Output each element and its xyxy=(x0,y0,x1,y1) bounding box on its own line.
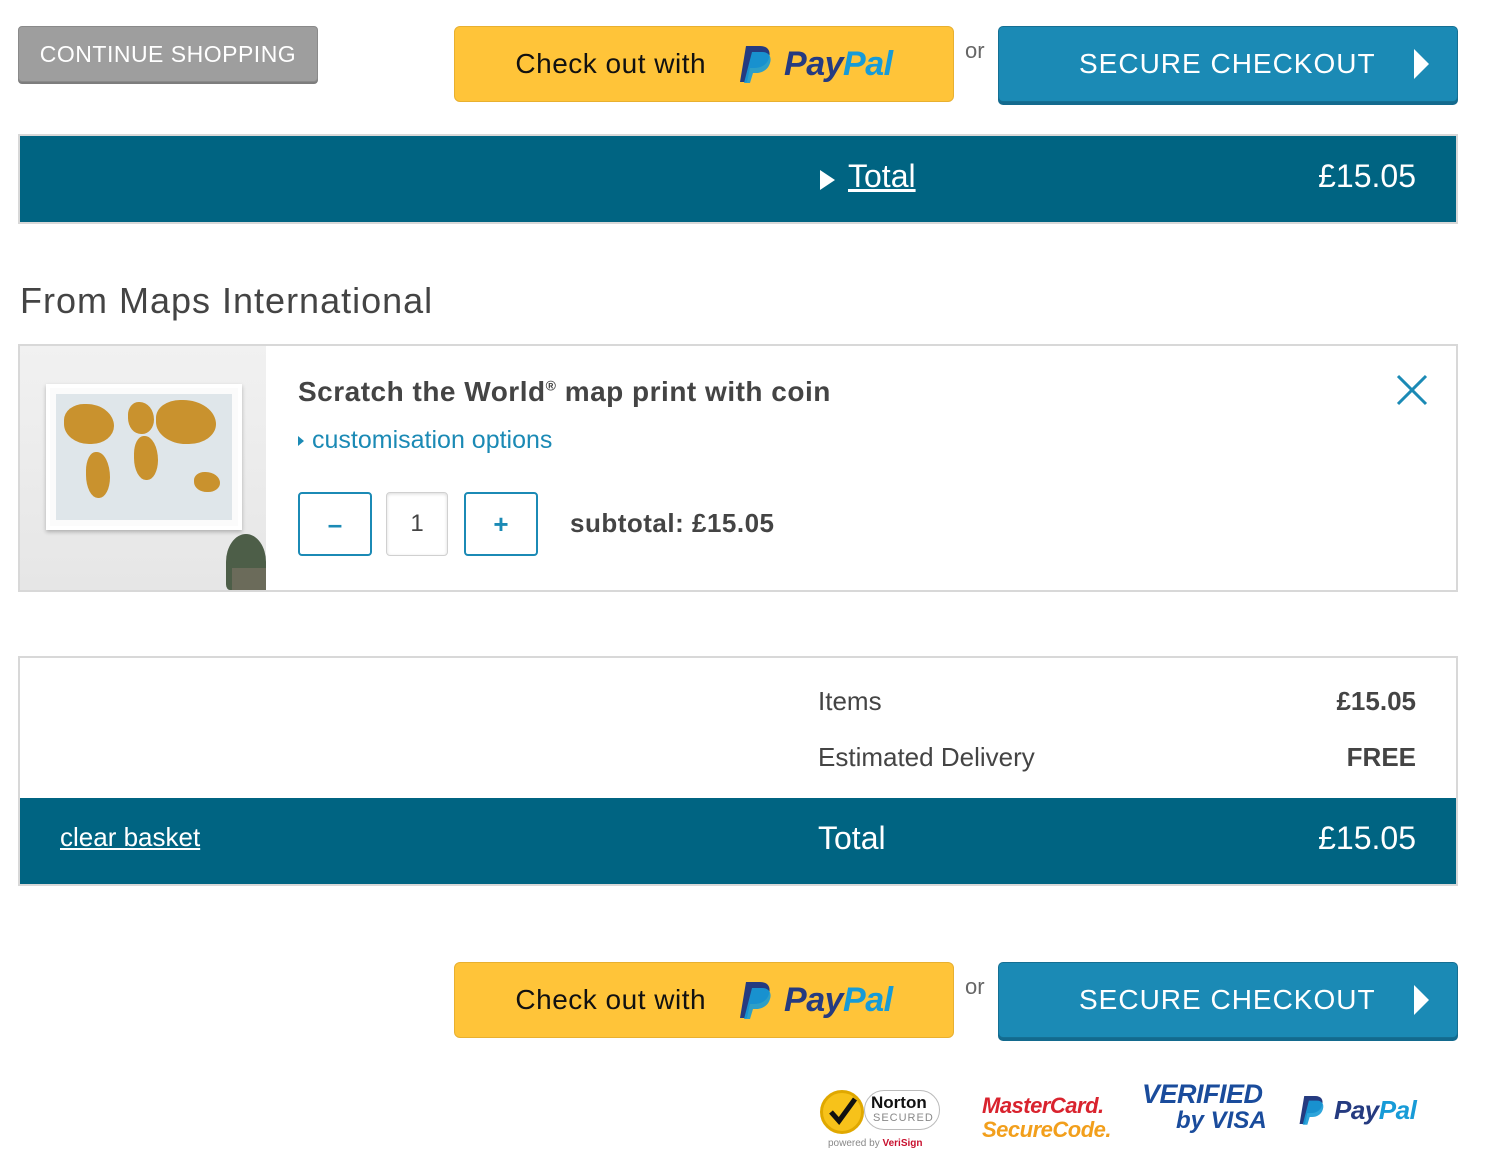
total-toggle-link[interactable]: Total xyxy=(848,158,916,195)
paypal-logo: PayPal xyxy=(738,980,893,1020)
total-summary-bar: Total £15.05 xyxy=(18,134,1458,224)
paypal-checkout-button-bottom[interactable]: Check out with PayPal xyxy=(454,962,954,1038)
merchant-heading: From Maps International xyxy=(20,280,434,321)
caret-right-icon xyxy=(298,435,304,446)
paypal-checkout-button-top[interactable]: Check out with PayPal xyxy=(454,26,954,102)
continue-shopping-button[interactable]: CONTINUE SHOPPING xyxy=(18,26,318,82)
mastercard-securecode-badge: MasterCard. SecureCode. xyxy=(982,1093,1112,1142)
clear-basket-link[interactable]: clear basket xyxy=(60,822,200,853)
paypal-logo: PayPal xyxy=(738,44,893,84)
order-summary: Items £15.05 Estimated Delivery FREE cle… xyxy=(18,656,1458,886)
quantity-input[interactable]: 1 xyxy=(386,492,448,556)
paypal-button-label: Check out with xyxy=(515,984,707,1015)
world-map-illustration xyxy=(56,394,232,520)
or-separator: or xyxy=(965,38,985,63)
or-separator: or xyxy=(965,974,985,999)
paypal-p-icon xyxy=(740,46,771,83)
secure-checkout-button-bottom[interactable]: SECURE CHECKOUT xyxy=(998,962,1458,1038)
customisation-options-link[interactable]: customisation options xyxy=(298,426,552,455)
secure-checkout-label: SECURE CHECKOUT xyxy=(1079,48,1376,79)
summary-total-value: £15.05 xyxy=(1318,820,1416,856)
basket-item: Scratch the World® map print with coin c… xyxy=(18,344,1458,592)
quantity-decrement-button[interactable]: – xyxy=(298,492,372,556)
norton-powered-by: powered by VeriSign xyxy=(828,1138,923,1149)
summary-total-label: Total xyxy=(818,820,886,856)
summary-items-row: Items £15.05 xyxy=(818,686,1416,717)
paypal-badge: PayPal xyxy=(1298,1094,1417,1126)
play-arrow-icon xyxy=(1414,985,1429,1015)
summary-delivery-row: Estimated Delivery FREE xyxy=(818,742,1416,773)
norton-secured-badge: Norton SECURED powered by VeriSign xyxy=(820,1082,946,1154)
paypal-button-label: Check out with xyxy=(515,48,707,79)
items-label: Items xyxy=(818,686,882,716)
product-image[interactable] xyxy=(20,346,266,590)
secure-checkout-label: SECURE CHECKOUT xyxy=(1079,984,1376,1015)
secure-checkout-button-top[interactable]: SECURE CHECKOUT xyxy=(998,26,1458,102)
quantity-increment-button[interactable]: + xyxy=(464,492,538,556)
customisation-options-label: customisation options xyxy=(312,426,553,454)
paypal-wordmark: PayPal xyxy=(784,44,893,83)
paypal-p-icon xyxy=(740,982,771,1019)
close-icon[interactable] xyxy=(1394,372,1430,408)
total-value: £15.05 xyxy=(1318,158,1416,194)
books-decoration xyxy=(232,568,266,590)
verified-by-visa-badge: VERIFIED by VISA xyxy=(1142,1079,1267,1134)
map-frame xyxy=(46,384,242,530)
paypal-p-icon xyxy=(1299,1096,1324,1125)
norton-check-icon xyxy=(820,1090,864,1134)
summary-total-bar: clear basket Total £15.05 xyxy=(20,798,1456,884)
paypal-wordmark: PayPal xyxy=(784,980,893,1019)
item-title[interactable]: Scratch the World® map print with coin xyxy=(298,376,831,408)
norton-label-box: Norton SECURED xyxy=(864,1090,940,1130)
play-arrow-icon xyxy=(1414,49,1429,79)
delivery-label: Estimated Delivery xyxy=(818,742,1035,772)
delivery-value: FREE xyxy=(1346,742,1416,772)
play-arrow-icon xyxy=(820,170,835,190)
item-subtotal: subtotal: £15.05 xyxy=(570,508,775,538)
items-value: £15.05 xyxy=(1336,686,1416,716)
